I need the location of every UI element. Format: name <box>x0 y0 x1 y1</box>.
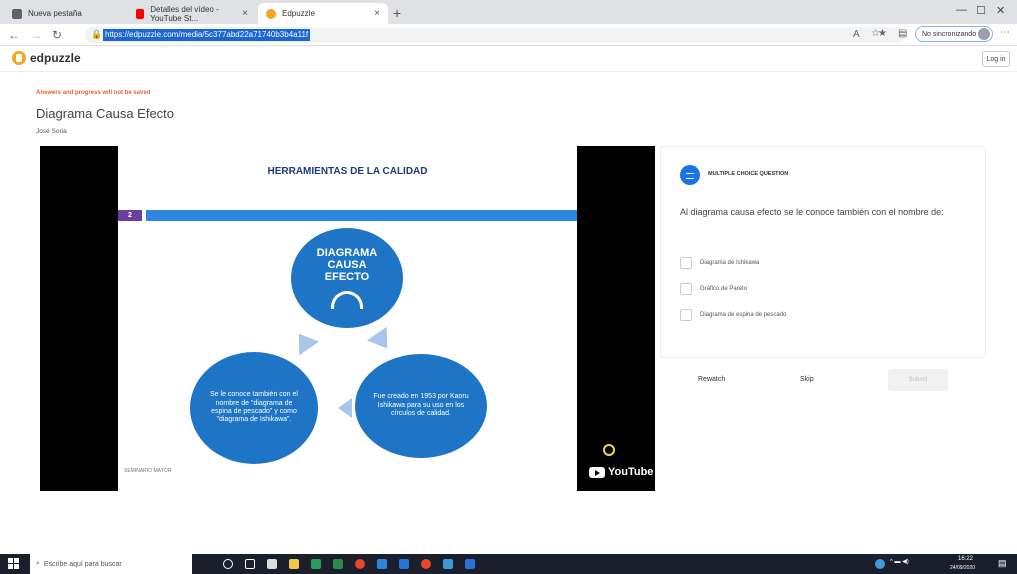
question-type: MULTIPLE CHOICE QUESTION <box>708 171 789 177</box>
forward-icon: → <box>30 28 42 42</box>
skip-button[interactable]: Skip <box>800 376 814 383</box>
taskbar: ⌕ Escribe aquí para buscar ^ ▬ ◀) 16:22 … <box>0 554 1017 574</box>
search-icon: ⌕ <box>36 560 40 567</box>
checkbox[interactable] <box>680 257 692 269</box>
close-icon[interactable]: × <box>242 8 248 19</box>
slide-number: 2 <box>118 210 142 221</box>
center-circle: DIAGRAMA CAUSA EFECTO <box>291 228 403 328</box>
back-icon[interactable]: ← <box>8 28 20 42</box>
close-icon[interactable]: × <box>374 8 380 19</box>
app-icon[interactable] <box>333 559 343 569</box>
tab-label: Nueva pestaña <box>28 9 82 18</box>
store-icon[interactable] <box>267 559 277 569</box>
tray-icons[interactable]: ^ ▬ ◀) <box>890 558 909 565</box>
avatar <box>978 28 990 40</box>
arc-icon <box>331 291 363 310</box>
multiple-choice-icon <box>680 165 700 185</box>
youtube-logo[interactable]: YouTube <box>589 466 653 478</box>
author-name: José Soria <box>36 128 67 135</box>
edpuzzle-logo[interactable]: edpuzzle <box>12 51 81 65</box>
slide-header-bar <box>146 210 577 221</box>
youtube-play-icon <box>589 466 605 478</box>
excel-icon[interactable] <box>311 559 321 569</box>
page-title: Diagrama Causa Efecto <box>36 106 175 121</box>
collections-icon[interactable]: ▤ <box>898 28 907 39</box>
new-tab-button[interactable]: + <box>393 5 401 21</box>
address-bar: ← → ↻ 🔒 https://edpuzzle.com/media/5c377… <box>0 24 1017 46</box>
cursor-indicator <box>603 444 615 456</box>
search-placeholder: Escribe aquí para buscar <box>43 560 122 568</box>
checkbox[interactable] <box>680 283 692 295</box>
rewatch-button[interactable]: Rewatch <box>698 376 725 383</box>
right-circle-text: Fue creado en 1953 por Kaoru Ishikawa pa… <box>373 393 469 418</box>
slide: HERRAMIENTAS DE LA CALIDAD 2 DIAGRAMA CA… <box>118 146 577 491</box>
logo-text: edpuzzle <box>30 51 81 65</box>
checkbox[interactable] <box>680 309 692 321</box>
notifications-icon[interactable]: ▤ <box>998 558 1007 569</box>
tab-label: Edpuzzle <box>282 9 315 18</box>
edpuzzle-header: edpuzzle Log in <box>0 46 1017 72</box>
favorites-icon[interactable]: ★ <box>878 28 887 39</box>
edpuzzle-icon <box>266 8 276 19</box>
chrome-icon[interactable] <box>355 559 365 569</box>
progress-warning: Answers and progress will not be saved <box>36 90 151 96</box>
cortana-icon[interactable] <box>223 559 233 569</box>
question-text: Al diagrama causa efecto se le conoce ta… <box>680 207 944 217</box>
login-button[interactable]: Log in <box>982 51 1010 67</box>
reload-icon[interactable]: ↻ <box>52 28 62 42</box>
more-options-icon[interactable]: ⋯ <box>1000 27 1010 38</box>
task-view-icon[interactable] <box>245 559 255 569</box>
option-2[interactable]: Gráfico de Pareto <box>680 283 747 295</box>
arrow-icon <box>367 326 397 356</box>
edpuzzle-logo-icon <box>12 51 26 65</box>
file-explorer-icon[interactable] <box>289 559 299 569</box>
word-icon[interactable] <box>465 559 475 569</box>
lock-icon: 🔒 <box>91 29 103 39</box>
left-circle: Se le conoce también con el nombre de "d… <box>190 352 318 464</box>
center-circle-text: DIAGRAMA CAUSA EFECTO <box>316 246 378 284</box>
new-tab-icon <box>12 8 22 19</box>
tab-label: Detalles del vídeo - YouTube St... <box>150 4 219 23</box>
arrow-icon <box>338 398 352 418</box>
tab-new-tab[interactable]: Nueva pestaña <box>4 3 124 24</box>
browser-tab-bar: Nueva pestaña Detalles del vídeo - YouTu… <box>0 0 1017 24</box>
windows-start-icon[interactable] <box>8 558 20 570</box>
taskbar-search[interactable]: ⌕ Escribe aquí para buscar <box>30 554 192 574</box>
slide-title: HERRAMIENTAS DE LA CALIDAD <box>267 166 428 177</box>
network-icon[interactable] <box>875 559 885 569</box>
question-panel: MULTIPLE CHOICE QUESTION Al diagrama cau… <box>660 146 986 358</box>
tab-edpuzzle[interactable]: Edpuzzle × <box>258 3 388 24</box>
video-player[interactable]: HERRAMIENTAS DE LA CALIDAD 2 DIAGRAMA CA… <box>40 146 655 491</box>
mail-icon[interactable] <box>399 559 409 569</box>
profile-label: No sincronizando <box>922 30 977 38</box>
slide-brand: SEMINARIO MAYOR <box>124 468 172 474</box>
edge-icon[interactable] <box>377 559 387 569</box>
firefox-icon[interactable] <box>421 559 431 569</box>
url-field[interactable]: 🔒 https://edpuzzle.com/media/5c377abd22a… <box>85 27 905 43</box>
left-circle-text: Se le conoce también con el nombre de "d… <box>210 391 298 424</box>
option-label: Gráfico de Pareto <box>700 286 748 292</box>
url-text[interactable]: https://edpuzzle.com/media/5c377abd22a71… <box>103 29 311 41</box>
option-3[interactable]: Diagrama de espina de pescado <box>680 309 786 321</box>
close-window-icon[interactable]: ✕ <box>996 4 1005 17</box>
option-1[interactable]: Diagrama de Ishikawa <box>680 257 759 269</box>
right-circle: Fue creado en 1953 por Kaoru Ishikawa pa… <box>355 354 487 458</box>
profile-button[interactable]: No sincronizando <box>915 26 993 42</box>
app-icon[interactable] <box>443 559 453 569</box>
tab-youtube-studio[interactable]: Detalles del vídeo - YouTube St... × <box>128 3 256 24</box>
minimize-icon[interactable]: — <box>956 4 967 16</box>
clock-time: 16:22 <box>958 556 974 562</box>
option-label: Diagrama de espina de pescado <box>700 312 787 318</box>
read-aloud-icon[interactable]: A <box>853 29 860 40</box>
submit-button[interactable]: Submit <box>888 369 948 391</box>
youtube-logo-text: YouTube <box>608 466 654 478</box>
youtube-studio-icon <box>136 8 145 19</box>
option-label: Diagrama de Ishikawa <box>700 260 760 266</box>
arrow-icon <box>289 326 319 356</box>
maximize-icon[interactable]: ☐ <box>976 4 986 17</box>
clock-date: 24/09/2020 <box>950 565 976 571</box>
